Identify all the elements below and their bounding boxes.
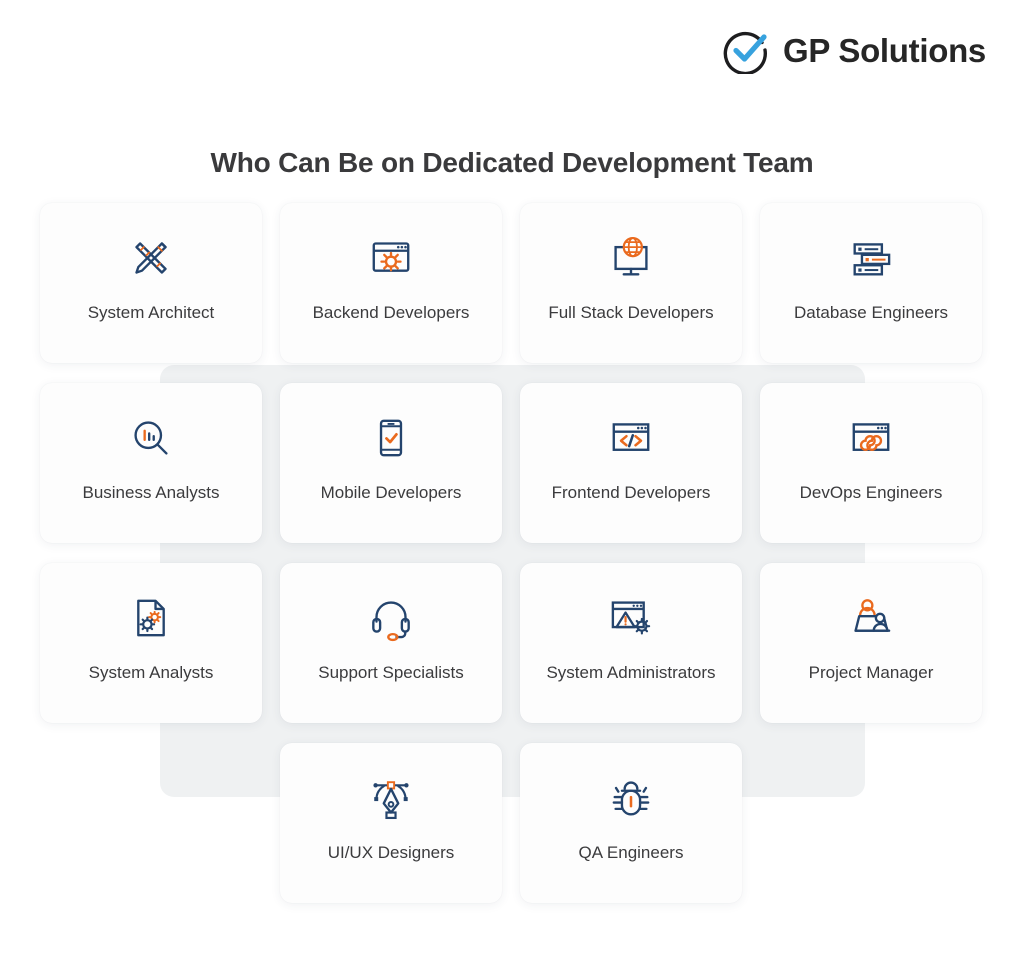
browser-infinity-icon bbox=[842, 409, 900, 467]
role-card-devops-engineers[interactable]: DevOps Engineers bbox=[760, 383, 982, 543]
role-card-label: Backend Developers bbox=[312, 303, 470, 322]
role-card-label: Full Stack Developers bbox=[548, 303, 714, 322]
role-card-label: Business Analysts bbox=[82, 483, 220, 502]
role-card-label: Database Engineers bbox=[793, 303, 949, 322]
role-card-support-specialists[interactable]: Support Specialists bbox=[280, 563, 502, 723]
role-card-qa-engineers[interactable]: QA Engineers bbox=[520, 743, 742, 903]
role-card-mobile-developers[interactable]: Mobile Developers bbox=[280, 383, 502, 543]
page-title: Who Can Be on Dedicated Development Team bbox=[210, 146, 814, 178]
role-card-label: Support Specialists bbox=[318, 663, 464, 682]
pen-tool-icon bbox=[362, 769, 420, 827]
role-card-label: System Analysts bbox=[88, 663, 214, 682]
role-card-label: System Architect bbox=[87, 303, 215, 322]
role-card-business-analysts[interactable]: Business Analysts bbox=[40, 383, 262, 543]
role-card-label: Project Manager bbox=[808, 663, 934, 682]
role-card-full-stack-developers[interactable]: Full Stack Developers bbox=[520, 203, 742, 363]
people-desk-icon bbox=[842, 589, 900, 647]
role-card-project-manager[interactable]: Project Manager bbox=[760, 563, 982, 723]
role-card-label: Mobile Developers bbox=[320, 483, 462, 502]
browser-warning-gear-icon bbox=[602, 589, 660, 647]
role-card-label: DevOps Engineers bbox=[799, 483, 943, 502]
check-circle-icon bbox=[722, 26, 770, 74]
role-card-label: System Administrators bbox=[546, 663, 716, 682]
grid-spacer bbox=[760, 743, 982, 903]
headset-icon bbox=[362, 589, 420, 647]
document-gears-icon bbox=[122, 589, 180, 647]
magnifier-chart-icon bbox=[122, 409, 180, 467]
browser-code-icon bbox=[602, 409, 660, 467]
bug-icon bbox=[602, 769, 660, 827]
role-card-label: QA Engineers bbox=[578, 843, 684, 862]
role-card-ui-ux-designers[interactable]: UI/UX Designers bbox=[280, 743, 502, 903]
role-card-system-analysts[interactable]: System Analysts bbox=[40, 563, 262, 723]
role-card-backend-developers[interactable]: Backend Developers bbox=[280, 203, 502, 363]
grid-spacer bbox=[40, 743, 262, 903]
team-roles-grid: System Architect Backend Developers Full… bbox=[40, 203, 990, 903]
monitor-globe-icon bbox=[602, 229, 660, 287]
brand-name: GP Solutions bbox=[783, 31, 986, 69]
role-card-label: UI/UX Designers bbox=[327, 843, 455, 862]
role-card-system-administrators[interactable]: System Administrators bbox=[520, 563, 742, 723]
role-card-frontend-developers[interactable]: Frontend Developers bbox=[520, 383, 742, 543]
server-stack-icon bbox=[842, 229, 900, 287]
role-card-label: Frontend Developers bbox=[551, 483, 711, 502]
browser-gear-icon bbox=[362, 229, 420, 287]
brand-logo[interactable]: GP Solutions bbox=[722, 26, 986, 74]
ruler-pencil-icon bbox=[122, 229, 180, 287]
phone-check-icon bbox=[362, 409, 420, 467]
role-card-database-engineers[interactable]: Database Engineers bbox=[760, 203, 982, 363]
role-card-system-architect[interactable]: System Architect bbox=[40, 203, 262, 363]
